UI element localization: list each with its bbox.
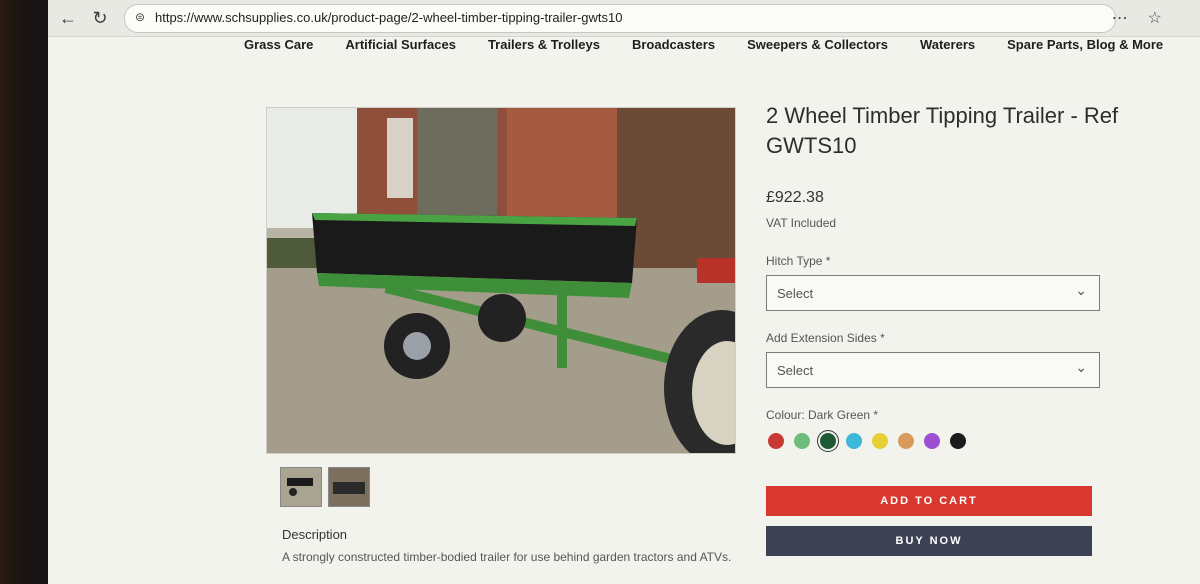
colour-swatch[interactable] <box>898 433 914 449</box>
description-text: A strongly constructed timber-bodied tra… <box>282 550 732 564</box>
reload-icon[interactable]: ↻ <box>90 8 110 28</box>
colour-swatch[interactable] <box>794 433 810 449</box>
extension-sides-select[interactable]: Select ⌄ <box>766 352 1100 388</box>
trailer-photo <box>267 108 735 453</box>
site-info-icon[interactable]: ⊜ <box>135 10 149 24</box>
nav-trailers-trolleys[interactable]: Trailers & Trolleys <box>488 37 600 61</box>
description-heading: Description <box>282 527 348 542</box>
hitch-type-label: Hitch Type * <box>766 254 831 268</box>
chevron-down-icon: ⌄ <box>1075 282 1087 298</box>
web-page: Grass Care Artificial Surfaces Trailers … <box>48 37 1200 584</box>
thumbnail-strip <box>280 467 370 507</box>
url-text: https://www.schsupplies.co.uk/product-pa… <box>155 10 623 25</box>
monitor-bezel <box>0 0 48 584</box>
thumbnail-1[interactable] <box>280 467 322 507</box>
colour-swatch[interactable] <box>950 433 966 449</box>
colour-swatches <box>768 433 966 449</box>
nav-broadcasters[interactable]: Broadcasters <box>632 37 715 61</box>
colour-label: Colour: Dark Green * <box>766 408 879 422</box>
extension-icons: ⋯☆ <box>1112 8 1182 28</box>
extension-sides-value: Select <box>777 363 814 378</box>
nav-spare-parts[interactable]: Spare Parts, Blog & More <box>1007 37 1163 61</box>
product-price: £922.38 <box>766 189 824 206</box>
thumbnail-2[interactable] <box>328 467 370 507</box>
nav-sweepers-collectors[interactable]: Sweepers & Collectors <box>747 37 888 61</box>
vat-note: VAT Included <box>766 216 837 230</box>
colour-swatch[interactable] <box>872 433 888 449</box>
browser-toolbar: ← ↻ ⊜ https://www.schsupplies.co.uk/prod… <box>48 0 1200 37</box>
colour-swatch[interactable] <box>924 433 940 449</box>
colour-swatch[interactable] <box>846 433 862 449</box>
chevron-down-icon: ⌄ <box>1075 359 1087 375</box>
colour-swatch[interactable] <box>820 433 836 449</box>
product-title: 2 Wheel Timber Tipping Trailer - Ref GWT… <box>766 103 1119 158</box>
nav-waterers[interactable]: Waterers <box>920 37 975 61</box>
nav-grass-care[interactable]: Grass Care <box>244 37 313 61</box>
buy-now-button[interactable]: BUY NOW <box>766 526 1092 556</box>
colour-swatch[interactable] <box>768 433 784 449</box>
browser-screen: ← ↻ ⊜ https://www.schsupplies.co.uk/prod… <box>48 0 1200 584</box>
address-bar[interactable]: ⊜ https://www.schsupplies.co.uk/product-… <box>124 4 1116 33</box>
add-to-cart-button[interactable]: ADD TO CART <box>766 486 1092 516</box>
hitch-type-value: Select <box>777 286 814 301</box>
product-image[interactable] <box>266 107 736 454</box>
hitch-type-select[interactable]: Select ⌄ <box>766 275 1100 311</box>
bookmark-star-icon[interactable]: ☆ <box>1148 10 1182 27</box>
more-icon[interactable]: ⋯ <box>1112 10 1148 27</box>
main-navigation: Grass Care Artificial Surfaces Trailers … <box>244 37 1163 61</box>
extension-sides-label: Add Extension Sides * <box>766 331 885 345</box>
back-icon[interactable]: ← <box>58 8 78 28</box>
nav-artificial-surfaces[interactable]: Artificial Surfaces <box>345 37 456 61</box>
